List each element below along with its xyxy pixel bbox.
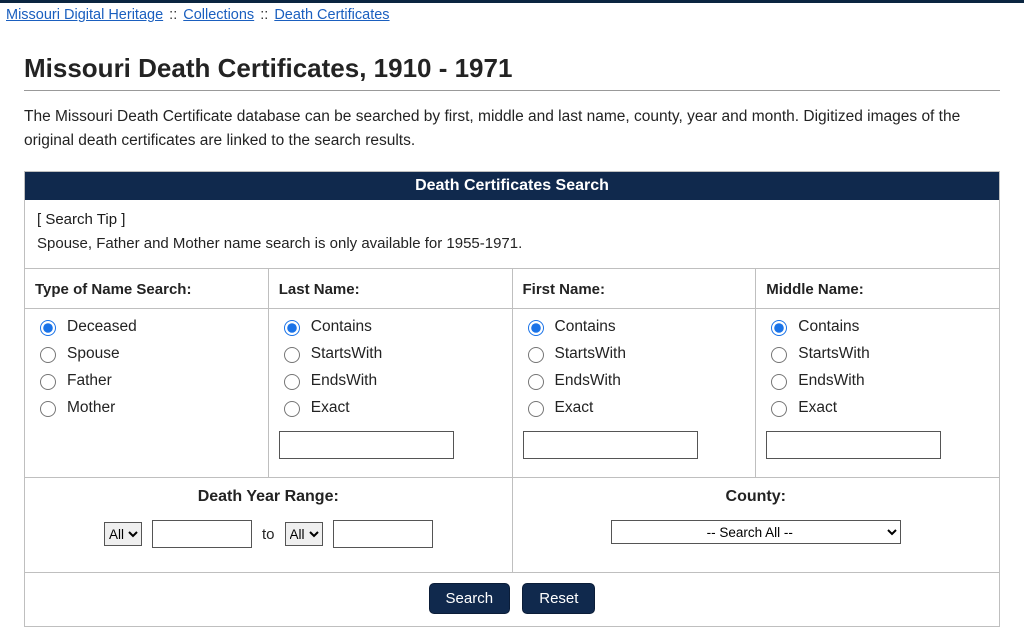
match-option[interactable]: EndsWith [523,371,746,390]
radio-label: Exact [311,399,350,417]
first-name-heading: First Name: [513,281,756,309]
year-to-select[interactable]: All [285,522,323,546]
radio-label: Deceased [67,318,137,336]
year-to-input[interactable] [333,520,433,548]
search-tip: [ Search Tip ] Spouse, Father and Mother… [25,200,999,269]
radio-spouse[interactable] [40,347,56,363]
name-type-heading: Type of Name Search: [25,281,268,309]
radio-label: Mother [67,399,115,417]
year-range-heading: Death Year Range: [41,488,496,506]
radio-label: StartsWith [555,345,626,363]
intro-text: The Missouri Death Certificate database … [24,105,1000,153]
match-option[interactable]: Exact [279,398,502,417]
county-select[interactable]: -- Search All -- [611,520,901,544]
radio-label: Contains [555,318,616,336]
last-name-heading: Last Name: [269,281,512,309]
radio-exact[interactable] [528,401,544,417]
match-option[interactable]: Exact [766,398,989,417]
last-name-input[interactable] [279,431,454,459]
match-option[interactable]: StartsWith [766,344,989,363]
button-row: Search Reset [25,573,999,626]
middle-name-input[interactable] [766,431,941,459]
page-title: Missouri Death Certificates, 1910 - 1971 [24,53,1000,91]
col-first-name: First Name: Contains StartsWith EndsWith… [512,269,756,477]
radio-startswith[interactable] [284,347,300,363]
breadcrumb: Missouri Digital Heritage :: Collections… [0,0,1024,29]
col-name-type: Type of Name Search: Deceased Spouse Fat… [25,269,268,477]
match-option[interactable]: EndsWith [279,371,502,390]
col-year-range: Death Year Range: All to All [25,478,512,572]
radio-label: Contains [311,318,372,336]
radio-deceased[interactable] [40,320,56,336]
radio-label: StartsWith [798,345,869,363]
name-type-option[interactable]: Mother [35,398,258,417]
radio-endswith[interactable] [284,374,300,390]
radio-contains[interactable] [771,320,787,336]
search-tip-label: [ Search Tip ] [37,211,125,228]
radio-father[interactable] [40,374,56,390]
name-type-option[interactable]: Father [35,371,258,390]
radio-startswith[interactable] [771,347,787,363]
breadcrumb-link-collections[interactable]: Collections [183,7,254,23]
breadcrumb-link-death-certificates[interactable]: Death Certificates [274,7,389,23]
radio-exact[interactable] [284,401,300,417]
radio-label: StartsWith [311,345,382,363]
radio-mother[interactable] [40,401,56,417]
match-option[interactable]: Contains [523,317,746,336]
year-from-select[interactable]: All [104,522,142,546]
radio-label: EndsWith [311,372,377,390]
radio-exact[interactable] [771,401,787,417]
radio-label: Contains [798,318,859,336]
radio-label: Exact [555,399,594,417]
radio-label: Exact [798,399,837,417]
match-option[interactable]: Contains [766,317,989,336]
name-type-option[interactable]: Deceased [35,317,258,336]
match-option[interactable]: StartsWith [279,344,502,363]
match-option[interactable]: StartsWith [523,344,746,363]
breadcrumb-sep: :: [169,7,177,23]
radio-label: Spouse [67,345,120,363]
radio-endswith[interactable] [771,374,787,390]
radio-label: EndsWith [798,372,864,390]
radio-label: Father [67,372,112,390]
search-button[interactable]: Search [429,583,511,614]
year-range-to-label: to [262,526,275,543]
radio-endswith[interactable] [528,374,544,390]
col-middle-name: Middle Name: Contains StartsWith EndsWit… [755,269,999,477]
breadcrumb-sep: :: [260,7,268,23]
match-option[interactable]: EndsWith [766,371,989,390]
name-type-option[interactable]: Spouse [35,344,258,363]
panel-header: Death Certificates Search [25,172,999,200]
radio-contains[interactable] [284,320,300,336]
reset-button[interactable]: Reset [522,583,595,614]
col-last-name: Last Name: Contains StartsWith EndsWith … [268,269,512,477]
middle-name-heading: Middle Name: [756,281,999,309]
match-option[interactable]: Contains [279,317,502,336]
col-county: County: -- Search All -- [512,478,1000,572]
radio-label: EndsWith [555,372,621,390]
year-from-input[interactable] [152,520,252,548]
first-name-input[interactable] [523,431,698,459]
search-panel: Death Certificates Search [ Search Tip ]… [24,171,1000,627]
county-heading: County: [529,488,984,506]
radio-startswith[interactable] [528,347,544,363]
radio-contains[interactable] [528,320,544,336]
match-option[interactable]: Exact [523,398,746,417]
breadcrumb-link-heritage[interactable]: Missouri Digital Heritage [6,7,163,23]
search-tip-text: Spouse, Father and Mother name search is… [37,235,522,252]
